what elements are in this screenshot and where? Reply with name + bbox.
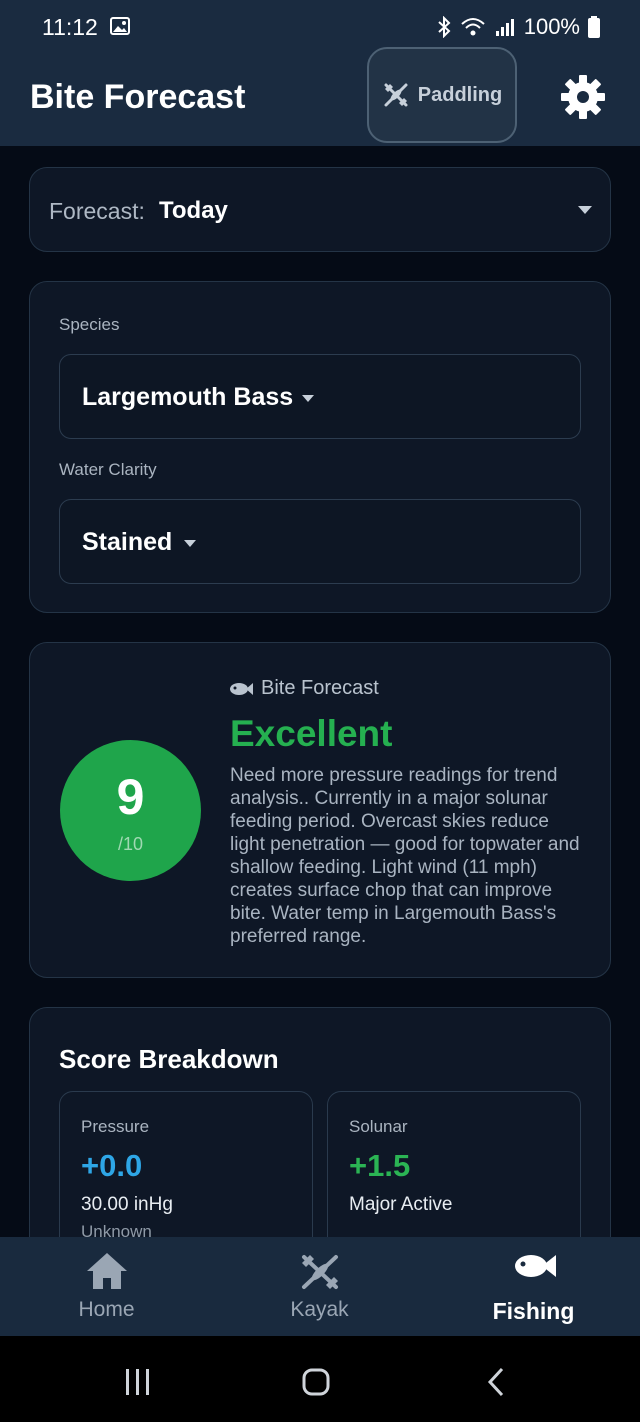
fish-icon [230,682,253,695]
page-title: Bite Forecast [30,78,246,116]
recent-apps-icon[interactable] [124,1369,152,1395]
metric-detail: Major Active [349,1194,453,1215]
signal-icon [495,19,514,36]
species-label: Species [59,315,120,334]
bite-rating: Excellent [230,713,393,754]
battery-percent: 100% [523,14,580,39]
metric-value: +1.5 [349,1148,411,1183]
water-clarity-value: Stained [82,528,173,556]
bite-forecast-heading: Bite Forecast [229,677,379,700]
score-value: 9 [116,769,145,825]
paddling-label: Paddling [417,83,503,106]
metric-label: Solunar [349,1117,408,1136]
species-value: Largemouth Bass [82,383,294,411]
status-time: 11:12 [42,14,98,40]
home-icon [86,1253,127,1289]
image-notification-icon [110,17,130,35]
score-circle: 9 /10 [60,740,201,881]
forecast-label: Forecast: [49,198,145,224]
water-clarity-dropdown[interactable]: Stained [59,499,581,584]
caret-down-icon [302,395,314,402]
fish-icon [514,1255,556,1277]
battery-icon [588,16,600,38]
home-system-icon[interactable] [302,1368,330,1396]
score-max: /10 [117,834,144,854]
wifi-icon [461,18,485,36]
nav-home-label: Home [78,1298,135,1321]
status-icons: 100% [436,14,600,40]
nav-home[interactable]: Home [0,1237,213,1336]
kayak-icon [384,83,408,107]
metric-label: Pressure [81,1117,150,1136]
app-header: 11:12 100% Bite Forecast Paddling [0,0,640,146]
metric-value: +0.0 [81,1148,143,1183]
nav-fishing[interactable]: Fishing [427,1237,640,1336]
bluetooth-icon [438,16,451,38]
species-dropdown[interactable]: Largemouth Bass [59,354,581,439]
forecast-day-select[interactable]: Forecast: Today [29,167,611,252]
bottom-navigation: Home Kayak Fishing [0,1237,640,1336]
filters-card: Species Largemouth Bass Water Clarity St… [29,281,611,613]
caret-down-icon [184,540,196,547]
kayak-icon [301,1255,338,1289]
status-bar: 11:12 100% [0,0,640,56]
bite-forecast-heading-text: Bite Forecast [261,677,379,699]
nav-kayak[interactable]: Kayak [213,1237,426,1336]
system-navigation-bar [0,1336,640,1422]
score-breakdown-title: Score Breakdown [59,1044,279,1074]
forecast-value: Today [159,197,228,224]
back-icon[interactable] [486,1367,506,1397]
nav-fishing-label: Fishing [492,1298,575,1324]
paddling-button[interactable]: Paddling [367,47,517,143]
bite-forecast-card: 9 /10 Bite Forecast Excellent Need more … [29,642,611,978]
bite-description: Need more pressure readings for trend an… [230,765,580,947]
nav-kayak-label: Kayak [290,1298,349,1321]
metric-detail: 30.00 inHg [81,1194,173,1215]
settings-gear-icon[interactable] [558,72,608,122]
caret-down-icon [578,206,592,214]
water-clarity-label: Water Clarity [59,460,157,479]
